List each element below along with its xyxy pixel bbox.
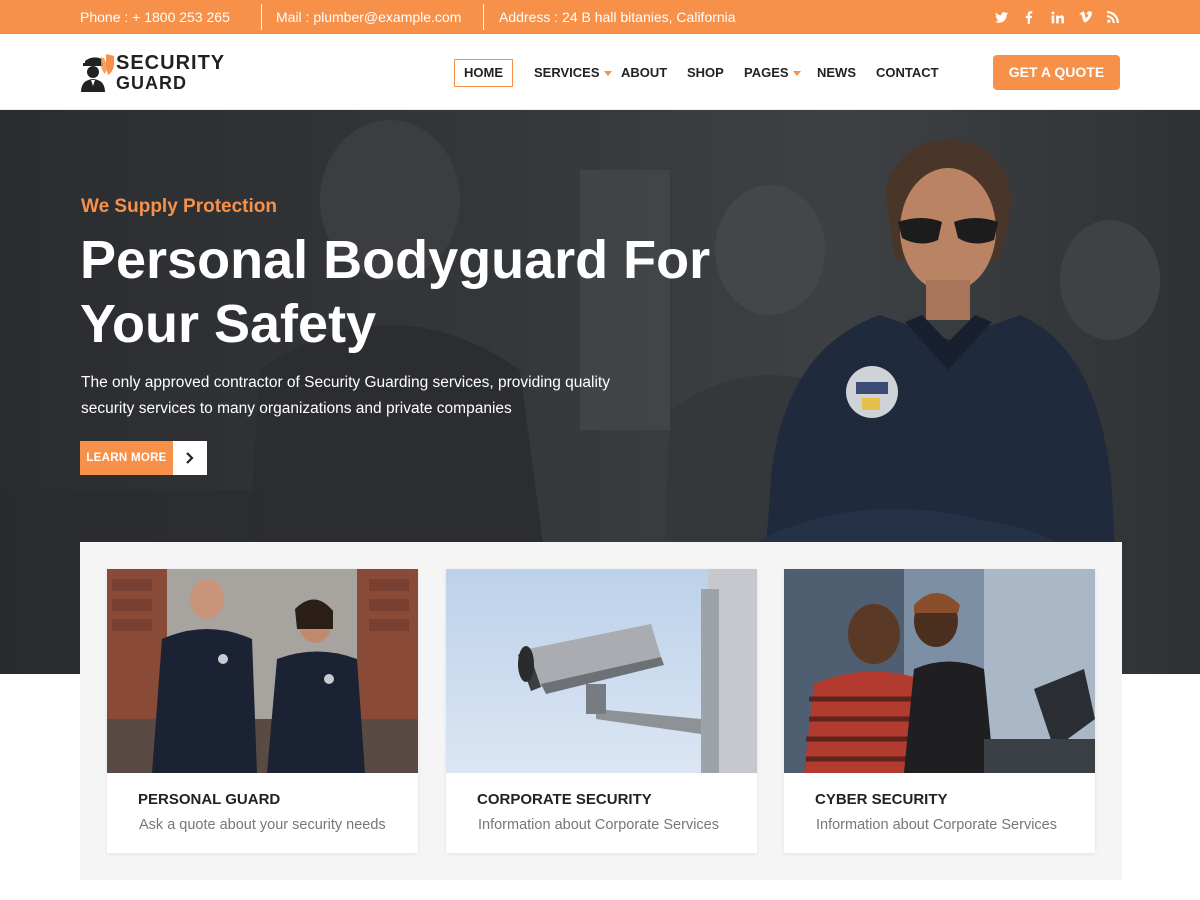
service-card[interactable]: CORPORATE SECURITY Information about Cor… [446, 569, 757, 853]
rss-icon[interactable] [1106, 10, 1120, 24]
vimeo-icon[interactable] [1078, 10, 1092, 24]
divider [483, 4, 484, 30]
services-panel: PERSONAL GUARD Ask a quote about your se… [80, 542, 1122, 880]
nav-news[interactable]: NEWS [817, 59, 856, 87]
nav-services[interactable]: SERVICES [534, 59, 612, 87]
nav-about[interactable]: ABOUT [621, 59, 667, 87]
mail-info[interactable]: Mail : plumber@example.com [276, 0, 461, 34]
nav-shop[interactable]: SHOP [687, 59, 724, 87]
top-bar: Phone : + 1800 253 265 Mail : plumber@ex… [0, 0, 1200, 34]
logo-text-primary: SECURITY [116, 52, 226, 74]
nav-pages[interactable]: PAGES [744, 59, 801, 87]
divider [261, 4, 262, 30]
chevron-right-icon [173, 441, 207, 475]
facebook-icon[interactable] [1022, 10, 1036, 24]
service-title: CORPORATE SECURITY [477, 791, 652, 808]
service-card[interactable]: CYBER SECURITY Information about Corpora… [784, 569, 1095, 853]
hero-subtitle: We Supply Protection [81, 196, 278, 217]
address-info: Address : 24 B hall bitanies, California [499, 9, 736, 25]
service-description: Information about Corporate Services [816, 817, 1057, 833]
service-description: Information about Corporate Services [478, 817, 719, 833]
hero-title: Personal Bodyguard For Your Safety [80, 230, 711, 354]
service-image-personal-guard [107, 569, 418, 773]
caret-down-icon [603, 71, 612, 77]
nav-pages-label: PAGES [744, 65, 789, 80]
service-image-corporate-security [446, 569, 757, 773]
get-a-quote-button[interactable]: GET A QUOTE [993, 55, 1120, 90]
phone-info: Phone : + 1800 253 265 [80, 9, 230, 25]
site-header: SECURITY GUARD HOME SERVICES ABOUT SHOP … [0, 34, 1200, 110]
nav-home[interactable]: HOME [454, 59, 513, 87]
nav-contact[interactable]: CONTACT [876, 59, 939, 87]
twitter-icon[interactable] [994, 10, 1008, 24]
linkedin-icon[interactable] [1050, 10, 1064, 24]
caret-down-icon [792, 71, 801, 77]
social-links [994, 0, 1120, 34]
logo[interactable]: SECURITY GUARD [80, 52, 250, 94]
guard-logo-icon [81, 54, 114, 92]
hero-description: The only approved contractor of Security… [81, 374, 610, 417]
learn-more-label: LEARN MORE [80, 441, 173, 475]
service-title: CYBER SECURITY [815, 791, 948, 808]
nav-services-label: SERVICES [534, 65, 600, 80]
service-image-cyber-security [784, 569, 1095, 773]
service-title: PERSONAL GUARD [138, 791, 281, 808]
logo-text-secondary: GUARD [116, 73, 187, 93]
service-description: Ask a quote about your security needs [139, 817, 386, 833]
learn-more-button[interactable]: LEARN MORE [80, 441, 207, 475]
service-card[interactable]: PERSONAL GUARD Ask a quote about your se… [107, 569, 418, 853]
